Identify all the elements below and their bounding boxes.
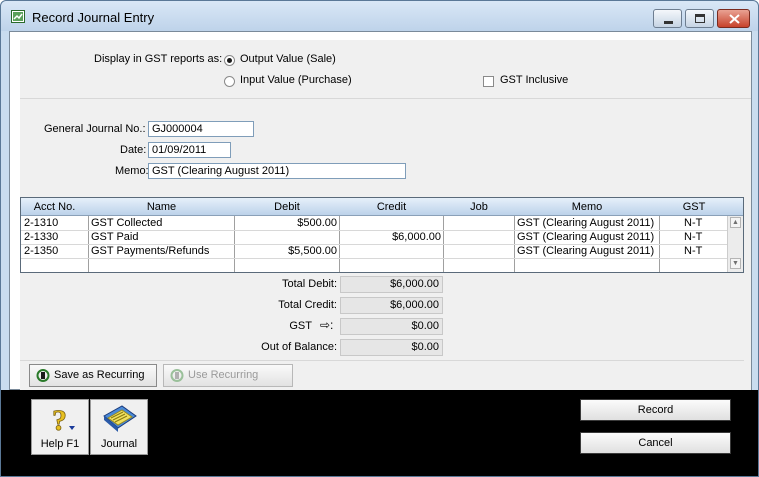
- maximize-button[interactable]: [685, 9, 714, 28]
- use-recurring-icon: [170, 369, 184, 382]
- journal-icon: [103, 405, 137, 432]
- out-of-balance-label: Out of Balance:: [261, 341, 337, 353]
- total-credit-value: $6,000.00: [340, 297, 443, 314]
- journal-no-field[interactable]: GJ000004: [148, 121, 254, 137]
- row2-acct[interactable]: 2-1330: [24, 231, 58, 244]
- row3-gst[interactable]: N-T: [684, 245, 702, 258]
- record-button[interactable]: Record: [580, 399, 731, 421]
- date-field[interactable]: 01/09/2011: [148, 142, 231, 158]
- input-value-label[interactable]: Input Value (Purchase): [240, 74, 352, 86]
- title-bar[interactable]: Record Journal Entry: [1, 1, 758, 31]
- save-as-recurring-button[interactable]: Save as Recurring: [29, 364, 157, 387]
- col-credit[interactable]: Credit: [340, 201, 443, 213]
- total-debit-label: Total Debit:: [281, 278, 337, 290]
- row3-memo[interactable]: GST (Clearing August 2011): [517, 245, 654, 258]
- memo-field[interactable]: GST (Clearing August 2011): [148, 163, 406, 179]
- gst-arrow-icon[interactable]: ⇨:: [320, 318, 333, 332]
- journal-form-panel: Display in GST reports as: Output Value …: [9, 31, 752, 392]
- gst-value: $0.00: [340, 318, 443, 335]
- gst-display-label: Display in GST reports as:: [94, 53, 223, 65]
- input-value-radio[interactable]: [224, 76, 235, 87]
- totals-divider: [20, 360, 744, 361]
- col-job[interactable]: Job: [444, 201, 514, 213]
- output-value-radio[interactable]: [224, 55, 235, 66]
- gst-inclusive-checkbox[interactable]: [483, 76, 494, 87]
- row3-acct[interactable]: 2-1350: [24, 245, 58, 258]
- grid-row-divider: [21, 258, 727, 259]
- row2-credit[interactable]: $6,000.00: [340, 231, 441, 244]
- grid-header: Acct No. Name Debit Credit Job Memo GST: [21, 198, 743, 216]
- svg-text:?: ?: [52, 404, 67, 434]
- total-debit-value: $6,000.00: [340, 276, 443, 293]
- close-button[interactable]: [717, 9, 750, 28]
- output-value-label[interactable]: Output Value (Sale): [240, 53, 336, 65]
- gst-label: GST: [289, 320, 312, 332]
- help-icon: ?: [52, 404, 75, 434]
- col-acct-no[interactable]: Acct No.: [21, 201, 88, 213]
- journal-button[interactable]: Journal: [90, 399, 148, 455]
- date-label: Date:: [120, 144, 147, 156]
- col-memo[interactable]: Memo: [515, 201, 659, 213]
- close-icon: [729, 14, 740, 24]
- record-journal-entry-window: Record Journal Entry Display in GST repo…: [0, 0, 759, 477]
- save-recurring-icon: [36, 369, 50, 382]
- col-debit[interactable]: Debit: [235, 201, 339, 213]
- cancel-button[interactable]: Cancel: [580, 432, 731, 454]
- section-divider: [20, 98, 751, 99]
- memo-label: Memo:: [115, 165, 149, 177]
- row1-name[interactable]: GST Collected: [91, 217, 162, 230]
- row2-name[interactable]: GST Paid: [91, 231, 139, 244]
- col-name[interactable]: Name: [89, 201, 234, 213]
- row1-gst[interactable]: N-T: [684, 217, 702, 230]
- row1-memo[interactable]: GST (Clearing August 2011): [517, 217, 654, 230]
- scroll-up-icon[interactable]: ▲: [730, 217, 741, 228]
- out-of-balance-value: $0.00: [340, 339, 443, 356]
- gst-inclusive-label[interactable]: GST Inclusive: [500, 74, 568, 86]
- col-gst[interactable]: GST: [660, 201, 728, 213]
- total-credit-label: Total Credit:: [278, 299, 337, 311]
- window-title: Record Journal Entry: [32, 10, 155, 25]
- maximize-icon: [695, 14, 705, 23]
- grid-scrollbar[interactable]: ▲ ▼: [727, 216, 743, 272]
- row2-memo[interactable]: GST (Clearing August 2011): [517, 231, 654, 244]
- row2-gst[interactable]: N-T: [684, 231, 702, 244]
- use-recurring-button[interactable]: Use Recurring: [163, 364, 293, 387]
- journal-lines-grid[interactable]: Acct No. Name Debit Credit Job Memo GST …: [20, 197, 744, 273]
- minimize-icon: [664, 21, 673, 24]
- row1-debit[interactable]: $500.00: [235, 217, 337, 230]
- row1-acct[interactable]: 2-1310: [24, 217, 58, 230]
- scroll-down-icon[interactable]: ▼: [730, 258, 741, 269]
- help-button[interactable]: ? Help F1: [31, 399, 89, 455]
- row3-name[interactable]: GST Payments/Refunds: [91, 245, 209, 258]
- row3-debit[interactable]: $5,500.00: [235, 245, 337, 258]
- journal-no-label: General Journal No.:: [44, 123, 146, 135]
- app-icon: [11, 10, 25, 23]
- minimize-button[interactable]: [653, 9, 682, 28]
